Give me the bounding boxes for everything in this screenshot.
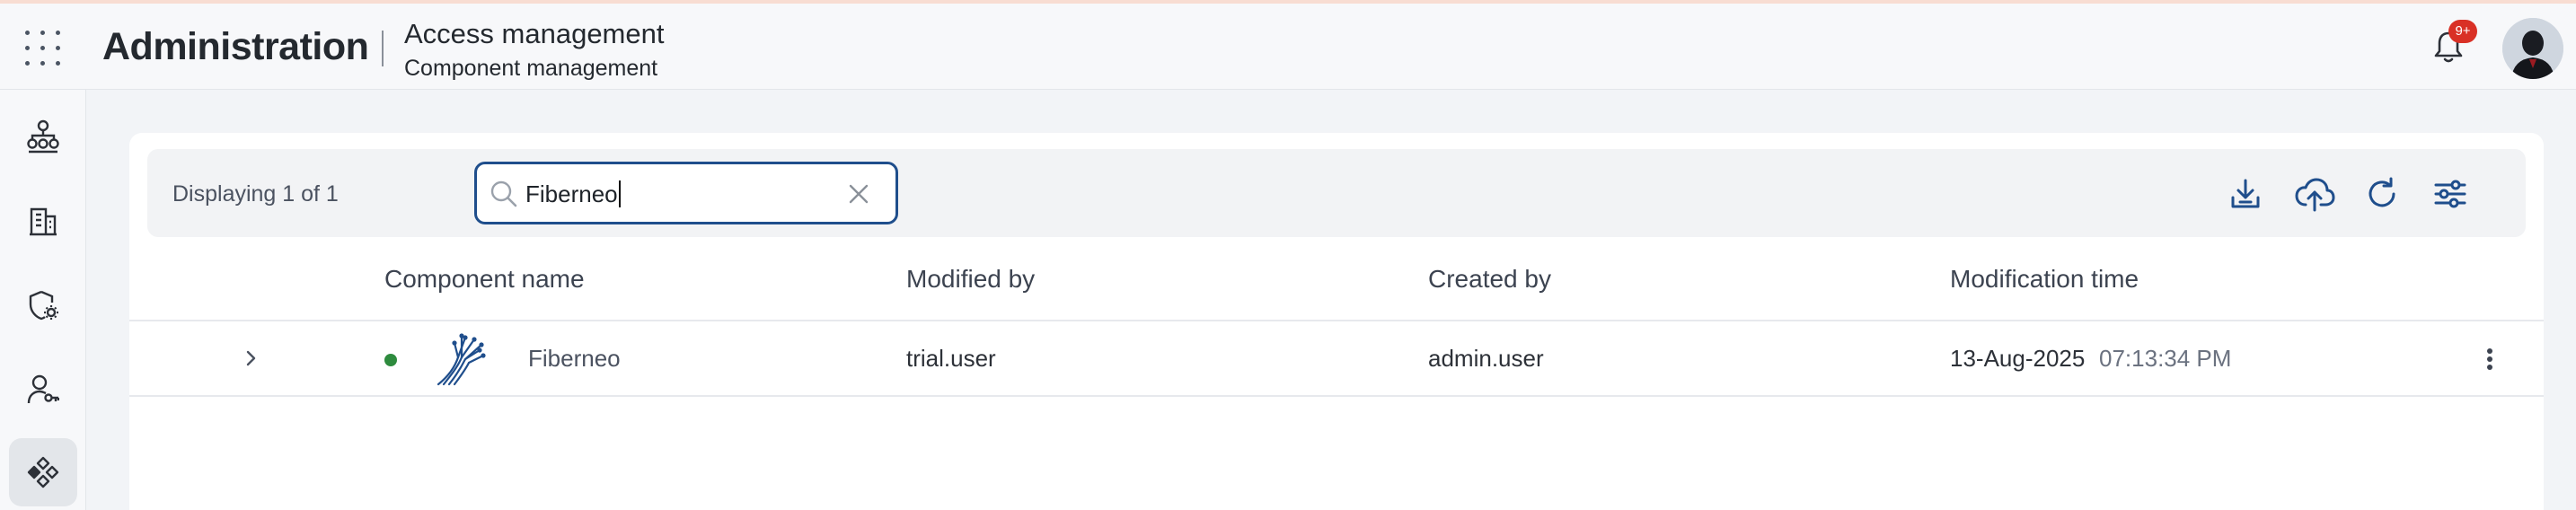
user-key-icon <box>27 374 59 404</box>
clear-search-icon[interactable] <box>845 180 872 207</box>
shield-gear-icon <box>29 290 58 321</box>
search-icon <box>490 180 517 207</box>
column-header-modified-by[interactable]: Modified by <box>906 263 1035 295</box>
upload-cloud-icon[interactable] <box>2294 176 2335 212</box>
app-launcher-icon[interactable] <box>25 31 61 66</box>
download-icon[interactable] <box>2228 176 2263 212</box>
sidebar-item-components[interactable] <box>9 438 77 506</box>
search-value: Fiberneo <box>525 180 618 207</box>
table-row[interactable]: Fiberneo trial.user admin.user 13-Aug-20… <box>129 321 2544 397</box>
sidebar-item-hierarchy[interactable] <box>9 102 77 171</box>
search-input[interactable]: Fiberneo <box>474 162 898 224</box>
components-panel: Displaying 1 of 1 Fiberneo Component nam… <box>129 133 2544 510</box>
column-header-component-name[interactable]: Component name <box>384 263 585 295</box>
notification-badge: 9+ <box>2448 20 2477 43</box>
page-title: Administration <box>102 25 369 68</box>
component-name-cell[interactable]: Fiberneo <box>528 343 621 374</box>
text-cursor <box>619 180 621 207</box>
status-indicator-dot <box>384 354 397 366</box>
title-divider <box>382 31 384 66</box>
modified-by-cell: trial.user <box>906 345 996 372</box>
building-icon <box>30 207 57 236</box>
sidebar-item-users[interactable] <box>9 356 77 424</box>
column-header-modification-time[interactable]: Modification time <box>1950 263 2139 295</box>
sidebar-item-organization[interactable] <box>9 187 77 255</box>
refresh-icon[interactable] <box>2364 176 2400 212</box>
filter-settings-icon[interactable] <box>2432 176 2468 212</box>
sidebar-item-security[interactable] <box>9 271 77 339</box>
column-header-created-by[interactable]: Created by <box>1428 263 1551 295</box>
modification-time-cell: 07:13:34 PM <box>2099 345 2232 372</box>
top-header: Administration Access management Compone… <box>0 4 2576 90</box>
table-toolbar: Displaying 1 of 1 Fiberneo <box>147 149 2526 237</box>
hierarchy-icon <box>27 119 59 154</box>
breadcrumb-section: Access management <box>404 18 665 49</box>
result-count: Displaying 1 of 1 <box>172 181 339 207</box>
modification-date-cell: 13-Aug-2025 <box>1950 345 2086 372</box>
components-icon <box>27 456 59 488</box>
created-by-cell: admin.user <box>1428 345 1544 372</box>
breadcrumb-page: Component management <box>404 56 658 81</box>
user-avatar[interactable] <box>2502 18 2563 79</box>
row-actions-kebab-icon[interactable] <box>2481 343 2499 375</box>
component-logo-icon <box>435 330 487 388</box>
expand-row-chevron-icon[interactable] <box>237 345 264 372</box>
left-sidebar <box>0 90 86 510</box>
